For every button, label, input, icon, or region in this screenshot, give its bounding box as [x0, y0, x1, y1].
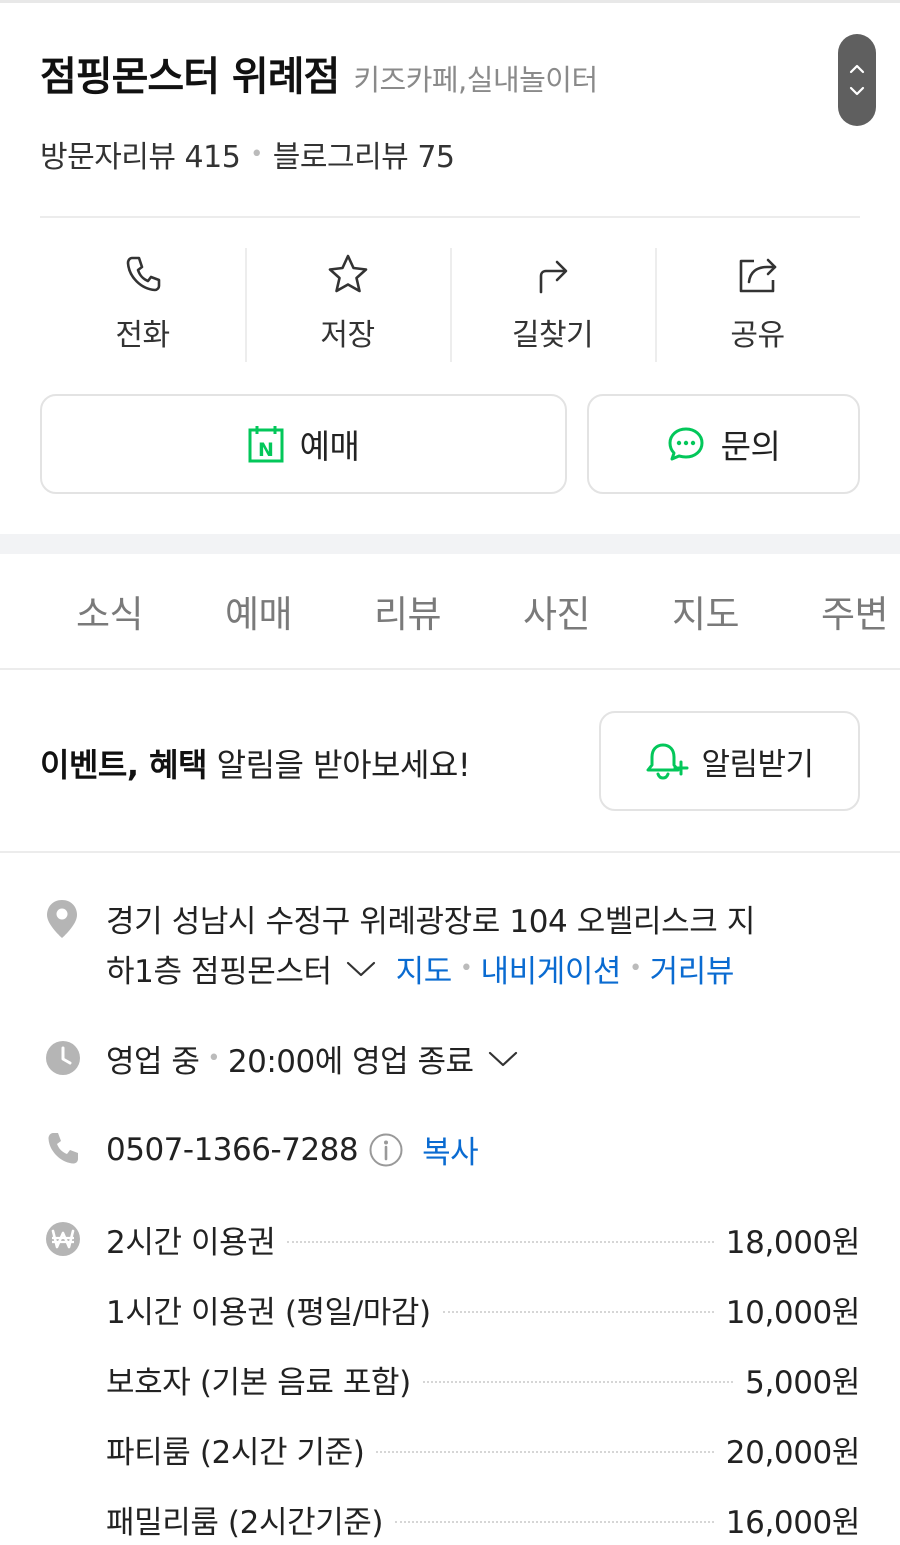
price-row: 2시간 이용권 18,000원 [106, 1217, 860, 1262]
separator-dot: • [629, 956, 642, 981]
price-amount: 18,000원 [725, 1225, 861, 1261]
event-alert-text: 이벤트, 혜택 알림을 받아보세요! [40, 740, 471, 786]
address-line-2: 하1층 점핑몬스터 [106, 954, 332, 990]
address-line-2-row: 하1층 점핑몬스터 지도 • 내비게이션 • 거리뷰 [106, 946, 734, 991]
price-item-name: 2시간 이용권 [106, 1225, 276, 1261]
won-currency-icon [46, 1222, 80, 1256]
directions-icon [539, 260, 567, 294]
action-bar: 전화 저장 길찾기 공유 [40, 246, 860, 364]
separator-dot: • [459, 956, 473, 981]
save-label: 저장 [320, 318, 375, 353]
reserve-label: 예매 [299, 427, 360, 466]
price-amount: 16,000원 [725, 1505, 861, 1541]
subscribe-alert-button[interactable]: 알림받기 [599, 711, 860, 811]
svg-text:N: N [258, 439, 274, 461]
price-row: 보호자 (기본 음료 포함) 5,000원 [106, 1357, 860, 1402]
open-status: 영업 중 [106, 1044, 200, 1080]
phone-row: 0507-1366-7288 복사 [106, 1127, 479, 1172]
blog-review-link[interactable]: 블로그리뷰 75 [273, 132, 455, 176]
closing-time: 20:00에 영업 종료 [227, 1044, 474, 1080]
bell-plus-icon [646, 743, 689, 780]
chat-bubble-icon [668, 427, 704, 461]
divider [40, 216, 860, 218]
price-row: 1시간 이용권 (평일/마감) 10,000원 [106, 1287, 860, 1332]
price-item-name: 보호자 (기본 음료 포함) [106, 1365, 411, 1401]
dotted-leader [442, 1310, 714, 1313]
dotted-leader [287, 1240, 714, 1243]
dotted-leader [376, 1450, 714, 1453]
price-item-name: 파티룸 (2시간 기준) [106, 1435, 365, 1471]
share-label: 공유 [730, 318, 785, 353]
location-pin-icon [47, 900, 77, 938]
top-border [0, 0, 900, 3]
star-icon [328, 254, 367, 293]
tab-bar: 소식 예매 리뷰 사진 지도 주변 [0, 554, 900, 670]
directions-label: 길찾기 [511, 318, 594, 353]
directions-button[interactable]: 길찾기 [450, 246, 655, 364]
event-text-rest: 알림을 받아보세요! [207, 746, 471, 784]
separator-dot: • [250, 141, 263, 167]
title-row: 점핑몬스터 위례점 키즈카페,실내놀이터 [40, 44, 598, 102]
subscribe-alert-label: 알림받기 [701, 746, 814, 783]
tab-map[interactable]: 지도 [672, 584, 740, 638]
dotted-leader [422, 1380, 734, 1383]
event-bold-text: 이벤트, 혜택 [40, 746, 208, 784]
tab-nearby[interactable]: 주변 [821, 584, 889, 638]
price-amount: 5,000원 [745, 1365, 860, 1401]
price-amount: 20,000원 [725, 1435, 861, 1471]
divider [0, 851, 900, 853]
review-summary: 방문자리뷰 415 • 블로그리뷰 75 [40, 132, 455, 176]
tab-booking[interactable]: 예매 [225, 584, 293, 638]
price-row: 패밀리룸 (2시간기준) 16,000원 [106, 1497, 860, 1542]
tab-reviews[interactable]: 리뷰 [374, 584, 442, 638]
save-button[interactable]: 저장 [245, 246, 450, 364]
price-item-name: 1시간 이용권 (평일/마감) [106, 1295, 431, 1331]
section-gap [0, 534, 900, 554]
chevron-down-icon[interactable] [346, 960, 376, 978]
chevron-down-icon[interactable] [488, 1050, 518, 1068]
dotted-leader [395, 1520, 714, 1523]
inquiry-label: 문의 [720, 427, 781, 466]
call-button[interactable]: 전화 [40, 246, 245, 364]
naver-booking-icon: N [248, 426, 284, 463]
share-button[interactable]: 공유 [655, 246, 860, 364]
inquiry-button[interactable]: 문의 [587, 394, 860, 494]
price-row: 파티룸 (2시간 기준) 20,000원 [106, 1427, 860, 1472]
hours-row: 영업 중 • 20:00에 영업 종료 [106, 1036, 518, 1081]
clock-icon [46, 1041, 80, 1075]
phone-icon [48, 1133, 78, 1164]
scroll-controls[interactable] [838, 34, 876, 126]
call-label: 전화 [115, 318, 170, 353]
share-icon [739, 258, 776, 293]
address-line-1: 경기 성남시 수정구 위례광장로 104 오벨리스크 지 [106, 904, 755, 940]
place-category: 키즈카페,실내놀이터 [353, 63, 598, 97]
price-item-name: 패밀리룸 (2시간기준) [106, 1505, 384, 1541]
navigation-link[interactable]: 내비게이션 [480, 946, 621, 991]
street-view-link[interactable]: 거리뷰 [650, 946, 735, 991]
phone-number[interactable]: 0507-1366-7288 [106, 1132, 359, 1168]
separator-dot: • [207, 1046, 220, 1071]
info-circle-icon[interactable] [368, 1132, 404, 1168]
price-amount: 10,000원 [725, 1295, 861, 1331]
visitor-review-link[interactable]: 방문자리뷰 415 [40, 132, 241, 176]
chevron-down-icon[interactable] [849, 86, 865, 96]
phone-icon [126, 256, 160, 292]
copy-phone-link[interactable]: 복사 [422, 1127, 479, 1172]
tab-news[interactable]: 소식 [76, 584, 144, 638]
chevron-up-icon[interactable] [849, 64, 865, 74]
tab-photos[interactable]: 사진 [523, 584, 591, 638]
map-link[interactable]: 지도 [396, 946, 453, 991]
reserve-button[interactable]: N 예매 [40, 394, 567, 494]
place-name: 점핑몬스터 위례점 [40, 54, 340, 100]
